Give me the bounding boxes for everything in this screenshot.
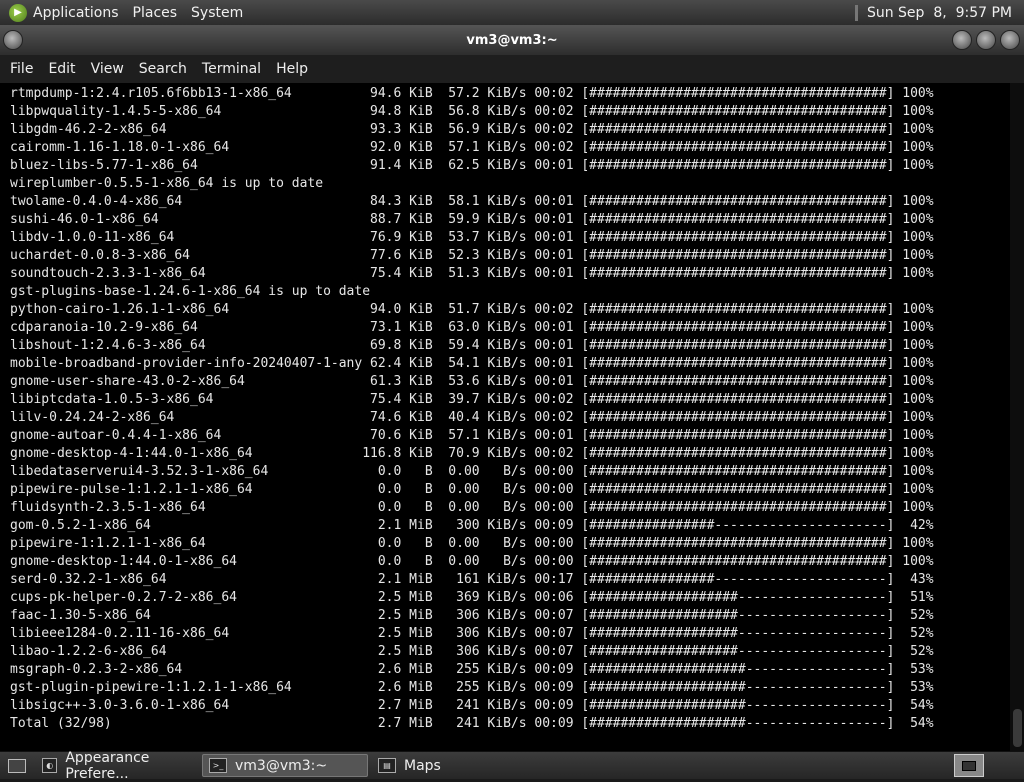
taskbar-item-appearance[interactable]: ◐ Appearance Prefere... [36,750,198,782]
window-menu-icon[interactable] [3,30,23,50]
terminal-window: vm3@vm3:~ File Edit View Search Terminal… [0,25,1024,751]
terminal-line: cups-pk-helper-0.2.7-2-x86_64 2.5 MiB 36… [10,590,934,605]
terminal-line: gst-plugins-base-1.24.6-1-x86_64 is up t… [10,284,371,299]
menu-search[interactable]: Search [139,59,187,79]
terminal-line: sushi-46.0-1-x86_64 88.7 KiB 59.9 KiB/s … [10,212,934,227]
panel-menu-applications[interactable]: Applications [33,5,119,21]
top-panel: ▶ Applications Places System Sun Sep 8, … [0,0,1024,26]
taskbar-item-label: Maps [404,757,441,774]
terminal-line: uchardet-0.0.8-3-x86_64 77.6 KiB 52.3 Ki… [10,248,934,263]
terminal-line: gnome-autoar-0.4.4-1-x86_64 70.6 KiB 57.… [10,428,934,443]
terminal-output[interactable]: rtmpdump-1:2.4.r105.6f6bb13-1-x86_64 94.… [10,85,1006,745]
terminal-line: libshout-1:2.4.6-3-x86_64 69.8 KiB 59.4 … [10,338,934,353]
terminal-line: lilv-0.24.24-2-x86_64 74.6 KiB 40.4 KiB/… [10,410,934,425]
terminal-line: libieee1284-0.2.11-16-x86_64 2.5 MiB 306… [10,626,934,641]
terminal-app-icon: >_ [209,758,227,773]
terminal-line: wireplumber-0.5.5-1-x86_64 is up to date [10,176,324,191]
terminal-line: msgraph-0.2.3-2-x86_64 2.6 MiB 255 KiB/s… [10,662,934,677]
terminal-line: pipewire-pulse-1:1.2.1-1-x86_64 0.0 B 0.… [10,482,934,497]
terminal-line: serd-0.32.2-1-x86_64 2.1 MiB 161 KiB/s 0… [10,572,934,587]
terminal-line: libao-1.2.2-6-x86_64 2.5 MiB 306 KiB/s 0… [10,644,934,659]
taskbar-item-label: Appearance Prefere... [65,749,150,782]
workspace-switcher[interactable] [954,754,984,777]
terminal-line: cdparanoia-10.2-9-x86_64 73.1 KiB 63.0 K… [10,320,934,335]
terminal-line: python-cairo-1.26.1-1-x86_64 94.0 KiB 51… [10,302,934,317]
terminal-line: gnome-desktop-4-1:44.0-1-x86_64 116.8 Ki… [10,446,934,461]
bottom-taskbar: ◐ Appearance Prefere... >_ vm3@vm3:~ ▤ M… [0,750,1024,782]
terminal-line: bluez-libs-5.77-1-x86_64 91.4 KiB 62.5 K… [10,158,934,173]
distro-logo-icon[interactable]: ▶ [9,3,27,22]
terminal-line: libiptcdata-1.0.5-3-x86_64 75.4 KiB 39.7… [10,392,934,407]
show-desktop-button[interactable] [4,755,30,777]
terminal-line: libsigc++-3.0-3.6.0-1-x86_64 2.7 MiB 241… [10,698,934,713]
terminal-line: cairomm-1.16-1.18.0-1-x86_64 92.0 KiB 57… [10,140,934,155]
terminal-line: gst-plugin-pipewire-1:1.2.1-1-x86_64 2.6… [10,680,934,695]
panel-menu-places[interactable]: Places [133,5,178,21]
menu-file[interactable]: File [10,59,33,79]
terminal-line: mobile-broadband-provider-info-20240407-… [10,356,934,371]
terminal-menubar: File Edit View Search Terminal Help [0,55,1024,83]
taskbar-item-terminal[interactable]: >_ vm3@vm3:~ [202,754,368,777]
maximize-icon[interactable] [976,30,996,50]
terminal-line: rtmpdump-1:2.4.r105.6f6bb13-1-x86_64 94.… [10,86,934,101]
scrollbar-thumb[interactable] [1013,709,1022,747]
window-titlebar[interactable]: vm3@vm3:~ [0,25,1024,55]
terminal-line: gnome-user-share-43.0-2-x86_64 61.3 KiB … [10,374,934,389]
terminal-line: libgdm-46.2-2-x86_64 93.3 KiB 56.9 KiB/s… [10,122,934,137]
window-title: vm3@vm3:~ [466,32,558,48]
menu-view[interactable]: View [91,59,124,79]
appearance-app-icon: ◐ [42,758,58,773]
menu-terminal[interactable]: Terminal [202,59,261,79]
panel-menu-system[interactable]: System [191,5,243,21]
maps-app-icon: ▤ [378,758,396,773]
terminal-line: twolame-0.4.0-4-x86_64 84.3 KiB 58.1 KiB… [10,194,934,209]
terminal-line: libdv-1.0.0-11-x86_64 76.9 KiB 53.7 KiB/… [10,230,934,245]
terminal-line: gom-0.5.2-1-x86_64 2.1 MiB 300 KiB/s 00:… [10,518,934,533]
taskbar-item-maps[interactable]: ▤ Maps [372,754,492,777]
terminal-line: faac-1.30-5-x86_64 2.5 MiB 306 KiB/s 00:… [10,608,934,623]
close-icon[interactable] [1000,30,1020,50]
terminal-line: libedataserverui4-3.52.3-1-x86_64 0.0 B … [10,464,934,479]
minimize-icon[interactable] [952,30,972,50]
menu-edit[interactable]: Edit [48,59,75,79]
terminal-line: fluidsynth-2.3.5-1-x86_64 0.0 B 0.00 B/s… [10,500,934,515]
workspace-window-icon [962,760,976,771]
terminal-line: pipewire-1:1.2.1-1-x86_64 0.0 B 0.00 B/s… [10,536,934,551]
terminal-line: libpwquality-1.4.5-5-x86_64 94.8 KiB 56.… [10,104,934,119]
terminal-line: gnome-desktop-1:44.0-1-x86_64 0.0 B 0.00… [10,554,934,569]
terminal-line: Total (32/98) 2.7 MiB 241 KiB/s 00:09 [#… [10,716,934,731]
terminal-line: soundtouch-2.3.3-1-x86_64 75.4 KiB 51.3 … [10,266,934,281]
terminal-scrollbar[interactable] [1010,83,1024,751]
desktop-icon [8,758,26,773]
menu-help[interactable]: Help [276,59,308,79]
panel-clock[interactable]: Sun Sep 8, 9:57 PM [867,5,1012,21]
clock-separator [854,4,858,21]
taskbar-item-label: vm3@vm3:~ [235,757,328,774]
